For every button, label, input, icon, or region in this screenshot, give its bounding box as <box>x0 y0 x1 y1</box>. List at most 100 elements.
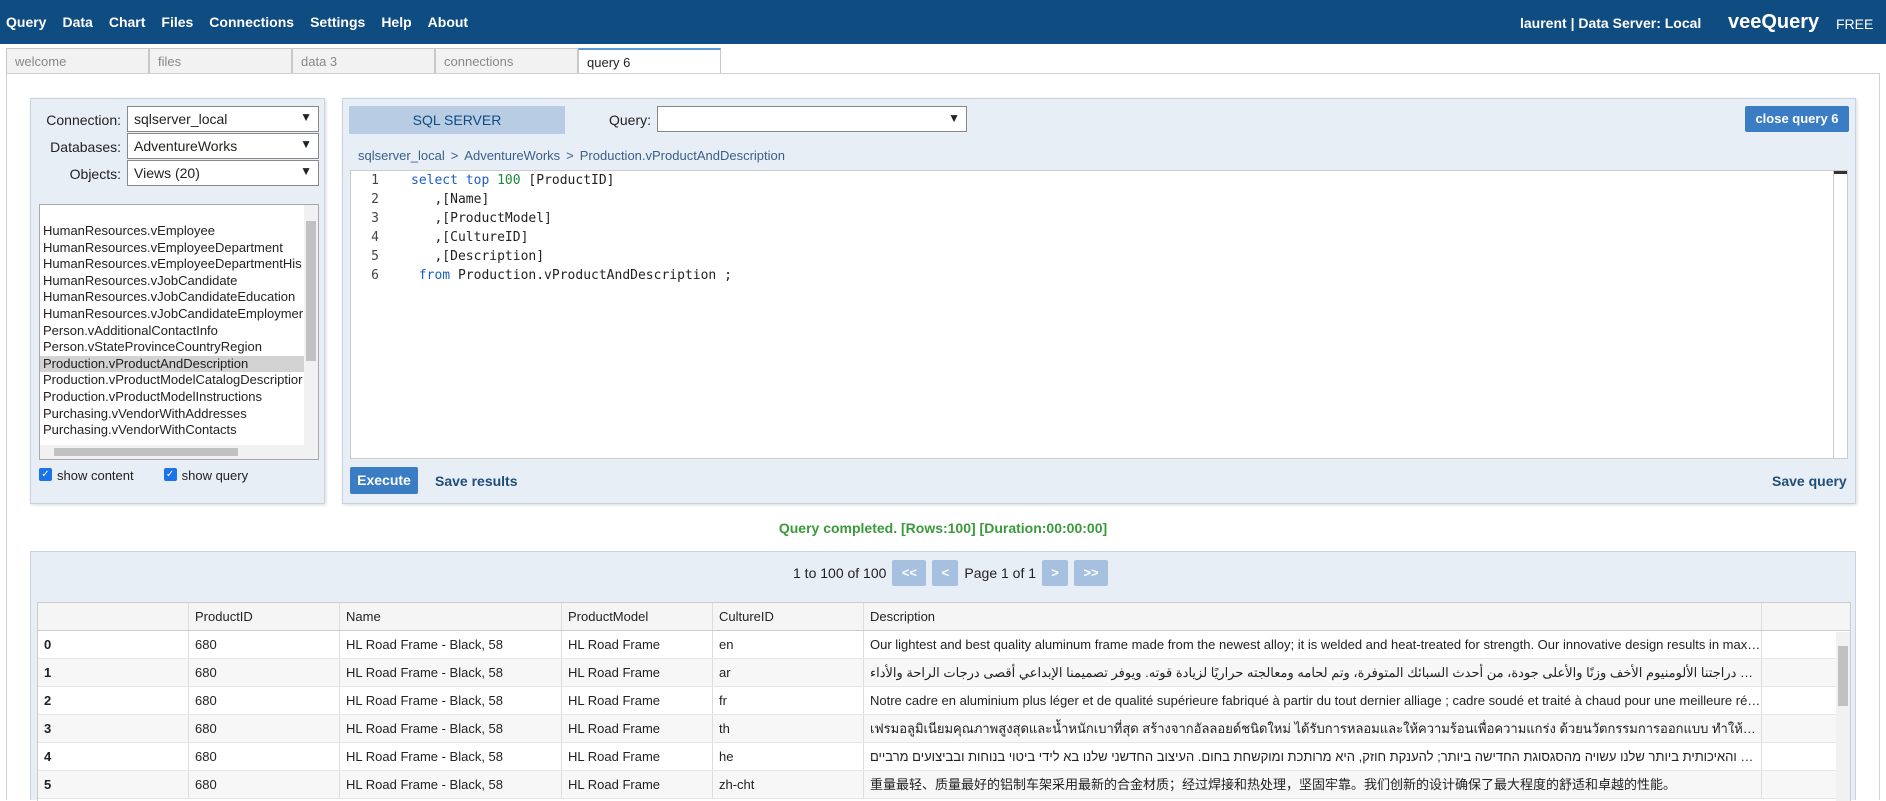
page-indicator: Page 1 of 1 <box>964 565 1037 581</box>
main-menu: Query Data Chart Files Connections Settings He… <box>6 0 484 44</box>
objects-value: Views (20) <box>134 165 200 181</box>
object-list-item[interactable]: Production.vProductAndDescription <box>40 355 306 373</box>
menu-item-data[interactable]: Data <box>62 14 92 30</box>
tab-connections[interactable]: connections <box>435 48 578 74</box>
breadcrumb-item[interactable]: AdventureWorks <box>464 148 560 163</box>
code-text: ,[CultureID] <box>387 230 528 249</box>
execute-button[interactable]: Execute <box>350 467 418 494</box>
results-grid: ProductID Name ProductModel CultureID Descri… <box>37 602 1851 801</box>
sql-number: 100 <box>497 173 521 188</box>
object-list-item[interactable]: HumanResources.vJobCandidateEmploymer <box>40 306 306 323</box>
line-number: 3 <box>371 211 379 226</box>
table-row[interactable]: 1 680 HL Road Frame - Black, 58 HL Road Fra… <box>38 659 1850 687</box>
databases-label: Databases: <box>50 139 121 155</box>
save-results-button[interactable]: Save results <box>435 473 518 489</box>
code-text: from Production.vProductAndDescription ; <box>387 268 732 287</box>
tab-query-6[interactable]: query 6 <box>578 48 721 74</box>
column-header[interactable] <box>38 603 189 630</box>
column-header[interactable]: Description <box>864 603 1762 630</box>
last-page-button[interactable]: >> <box>1074 560 1109 586</box>
prev-page-button[interactable]: < <box>932 560 959 586</box>
code-text: ,[Description] <box>387 249 544 268</box>
line-number: 4 <box>371 230 379 245</box>
object-list[interactable]: HumanResources.vEmployee HumanResources.v… <box>39 204 319 460</box>
table-row[interactable]: 5 680 HL Road Frame - Black, 58 HL Road Fra… <box>38 771 1850 799</box>
object-list-item[interactable]: HumanResources.vJobCandidate <box>40 273 306 290</box>
tab-bar: welcome files data 3 connections query 6 <box>6 48 721 74</box>
object-list-item[interactable]: Production.vProductModelCatalogDescripti… <box>40 372 306 389</box>
connection-select[interactable]: sqlserver_local ▼ <box>127 106 319 132</box>
tab-welcome[interactable]: welcome <box>6 48 149 74</box>
code-line: 6 from Production.vProductAndDescription… <box>351 268 1847 287</box>
object-list-item[interactable]: HumanResources.vEmployee <box>40 223 306 240</box>
menu-item-connections[interactable]: Connections <box>209 14 294 30</box>
results-panel: 1 to 100 of 100 << < Page 1 of 1 > >> Pr… <box>30 551 1856 801</box>
sql-text: [ProductID] <box>520 173 615 188</box>
brand-logo: veeQuery <box>1728 11 1820 33</box>
menu-item-about[interactable]: About <box>428 14 468 30</box>
databases-select[interactable]: AdventureWorks ▼ <box>127 133 319 159</box>
table-cell: เฟรมอลูมิเนียมคุณภาพสูงสุดและน้ำหนักเบาท… <box>864 715 1762 742</box>
chevron-down-icon: ▼ <box>300 137 312 151</box>
menu-item-query[interactable]: Query <box>6 14 46 30</box>
table-row[interactable]: 3 680 HL Road Frame - Black, 58 HL Road Fra… <box>38 715 1850 743</box>
table-cell: 680 <box>189 659 340 686</box>
next-page-button[interactable]: > <box>1042 560 1069 586</box>
options: ✓ show content ✓ show query <box>39 468 248 483</box>
object-list-scrollbar[interactable] <box>304 205 318 459</box>
grid-scrollbar[interactable] <box>1836 632 1850 801</box>
connection-label: Connection: <box>46 112 121 128</box>
column-header[interactable]: ProductID <box>189 603 340 630</box>
show-content-checkbox[interactable]: ✓ <box>39 468 52 481</box>
table-cell: מיניום הקלה והאיכותית ביותר שלנו עשויה מ… <box>864 743 1762 770</box>
table-row[interactable]: 4 680 HL Road Frame - Black, 58 HL Road Fra… <box>38 743 1850 771</box>
table-cell: 重量最轻、质量最好的铝制车架采用最新的合金材质；经过焊接和热处理，坚固牢靠。我们… <box>864 771 1762 798</box>
column-header[interactable]: ProductModel <box>562 603 713 630</box>
column-header[interactable]: Name <box>340 603 562 630</box>
table-row[interactable]: 2 680 HL Road Frame - Black, 58 HL Road Fra… <box>38 687 1850 715</box>
menu-item-help[interactable]: Help <box>381 14 411 30</box>
tab-data-3[interactable]: data 3 <box>292 48 435 74</box>
objects-select[interactable]: Views (20) ▼ <box>127 160 319 186</box>
table-cell: 5 <box>38 771 189 798</box>
save-query-button[interactable]: Save query <box>1772 473 1847 489</box>
menu-item-settings[interactable]: Settings <box>310 14 365 30</box>
sql-keyword: from <box>418 268 451 283</box>
table-cell: 680 <box>189 715 340 742</box>
breadcrumb-separator: > <box>450 148 459 163</box>
object-list-item[interactable]: HumanResources.vEmployeeDepartmentHis <box>40 256 306 273</box>
query-select[interactable]: ▼ <box>657 106 967 132</box>
object-list-item[interactable]: HumanResources.vJobCandidateEducation <box>40 289 306 306</box>
pager: 1 to 100 of 100 << < Page 1 of 1 > >> <box>793 560 1114 586</box>
object-list-item[interactable]: HumanResources.vEmployeeDepartment <box>40 240 306 257</box>
first-page-button[interactable]: << <box>892 560 927 586</box>
object-list-item[interactable]: Person.vAdditionalContactInfo <box>40 323 306 340</box>
column-header[interactable] <box>1762 603 1850 630</box>
editor-minimap[interactable] <box>1833 171 1847 458</box>
table-row[interactable]: 0 680 HL Road Frame - Black, 58 HL Road Fra… <box>38 631 1850 659</box>
edition-label: FREE <box>1836 16 1874 32</box>
tab-files[interactable]: files <box>149 48 292 74</box>
sql-editor[interactable]: 1 select top 100 [ProductID] 2 ,[Name] 3 ,[… <box>350 170 1848 459</box>
object-list-hscrollbar[interactable] <box>40 445 306 459</box>
breadcrumb-item[interactable]: Production.vProductAndDescription <box>580 148 785 163</box>
object-list-item[interactable]: Production.vProductModelInstructions <box>40 389 306 406</box>
object-list-item[interactable]: Purchasing.vVendorWithAddresses <box>40 406 306 423</box>
show-query-checkbox[interactable]: ✓ <box>163 468 177 481</box>
object-list-item[interactable]: Person.vStateProvinceCountryRegion <box>40 339 306 356</box>
menu-item-chart[interactable]: Chart <box>109 14 146 30</box>
row-range: 1 to 100 of 100 <box>793 565 887 581</box>
column-header[interactable]: CultureID <box>713 603 864 630</box>
breadcrumb-item[interactable]: sqlserver_local <box>358 148 445 163</box>
close-query-button[interactable]: close query 6 <box>1745 106 1849 132</box>
sql-text: Production.vProductAndDescription ; <box>450 268 732 283</box>
table-cell: HL Road Frame - Black, 58 <box>340 659 562 686</box>
object-list-item[interactable]: Purchasing.vVendorWithContacts <box>40 422 306 439</box>
menu-item-files[interactable]: Files <box>161 14 193 30</box>
grid-header-row: ProductID Name ProductModel CultureID Descri… <box>38 603 1850 631</box>
line-number: 2 <box>371 192 379 207</box>
code-line: 3 ,[ProductModel] <box>351 211 1847 230</box>
show-content-label: show content <box>57 468 134 483</box>
